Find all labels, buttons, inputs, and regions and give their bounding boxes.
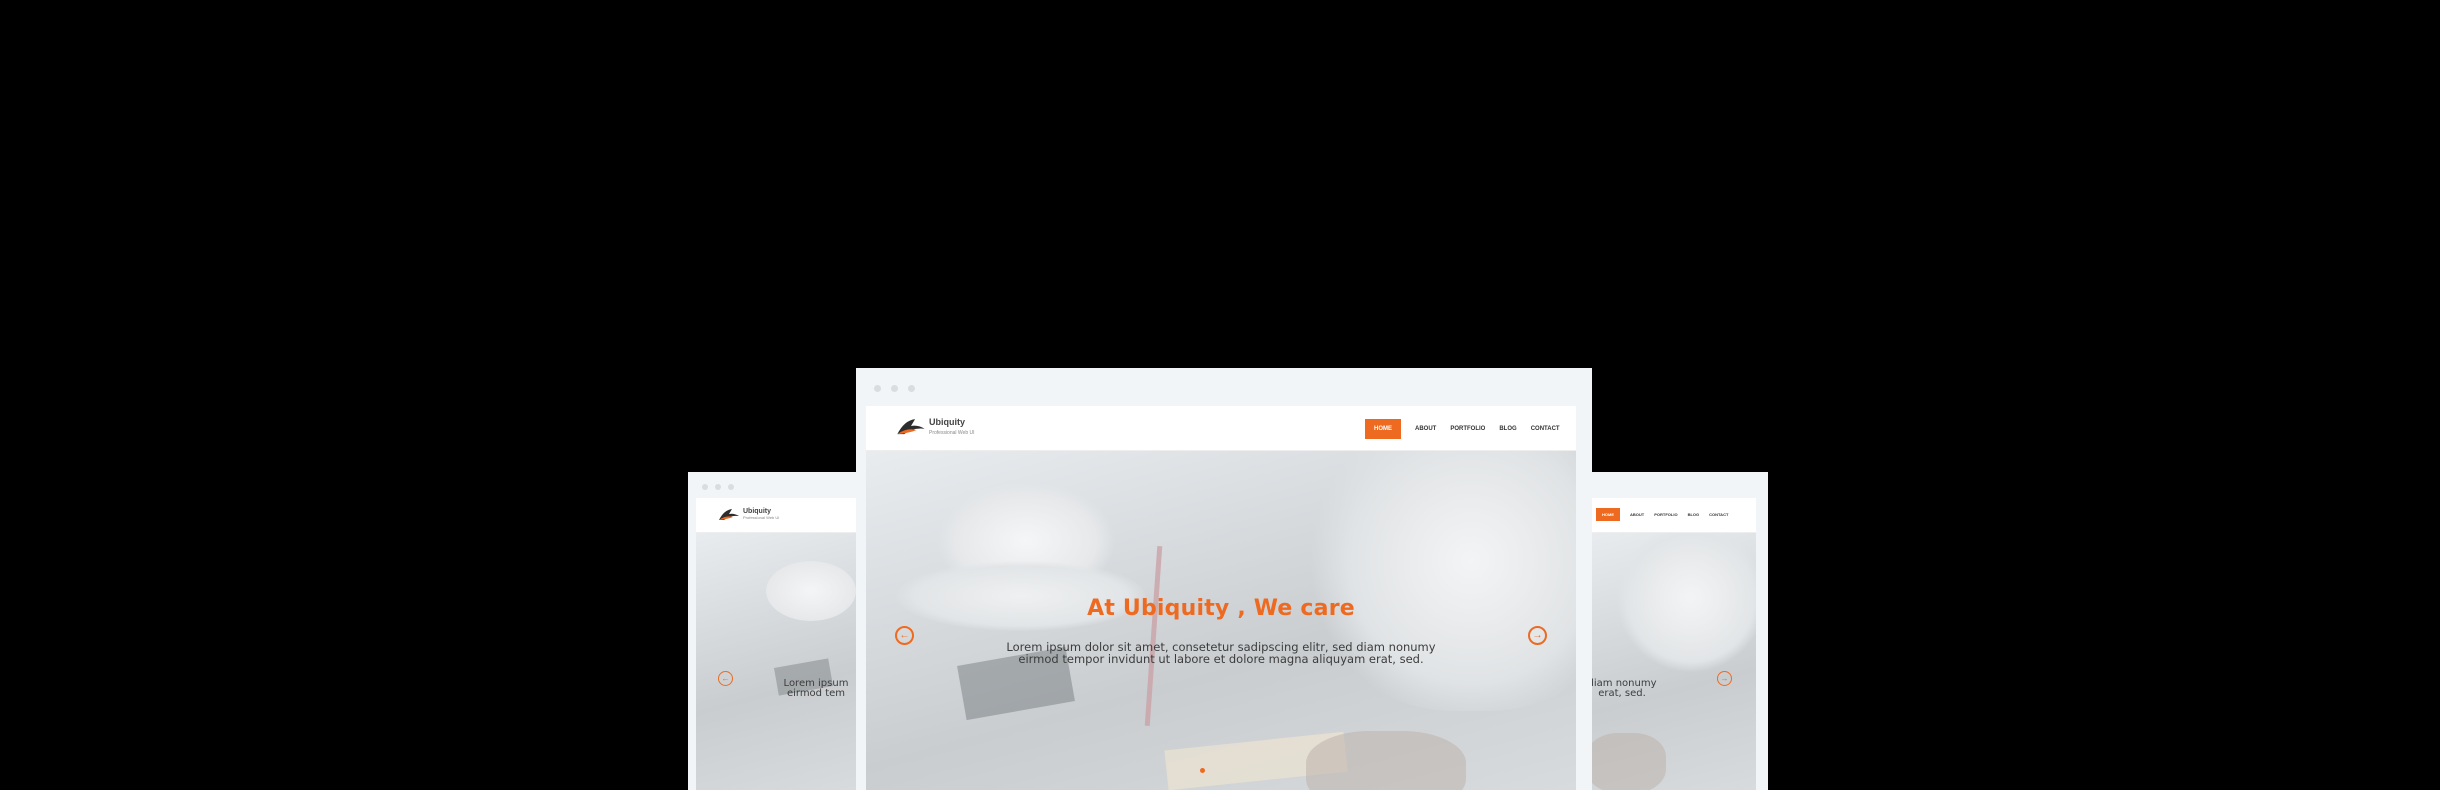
hero-lead-line2: eirmod tem (786, 688, 846, 699)
navbar: Ubiquity Professional Web UI Home About … (866, 406, 1576, 451)
hand-image (1586, 733, 1666, 790)
arrow-right-icon: → (1532, 630, 1543, 641)
window-dot (728, 484, 734, 490)
browser-window-main: Ubiquity Professional Web UI Home About … (856, 368, 1592, 790)
window-chrome (688, 472, 858, 498)
hero-lead: Lorem ipsum eirmod tem (746, 679, 858, 699)
menu-item-contact[interactable]: Contact (1709, 512, 1728, 517)
hero-slider: At Ubiquity , We care Lorem ipsum dolor … (866, 451, 1576, 790)
carousel-next-button[interactable]: → (1717, 671, 1732, 686)
window-dot (874, 385, 881, 392)
sweater-image (1616, 533, 1756, 673)
arrow-right-icon: → (1720, 674, 1729, 683)
menu-item-blog[interactable]: Blog (1499, 426, 1516, 432)
sweater-image (1306, 451, 1576, 711)
menu-item-portfolio[interactable]: Portfolio (1450, 426, 1485, 432)
hero-lead-line2: erat, sed. (1598, 688, 1646, 699)
browser-window-left: Ubiquity Professional Web UI ← Lorem ips… (688, 472, 858, 790)
coffee-cup-image (766, 561, 856, 621)
website-preview: Ubiquity Professional Web UI Home About … (866, 406, 1576, 790)
arrow-left-icon: ← (721, 674, 730, 683)
hand-image (1306, 731, 1466, 790)
menu-item-home[interactable]: Home (1596, 508, 1620, 521)
window-dot (908, 385, 915, 392)
main-menu: Home About Portfolio Blog Contact (1365, 419, 1560, 439)
brand-name: Ubiquity (743, 508, 771, 515)
carousel-indicator[interactable] (1200, 768, 1205, 773)
hero-slider: ← Lorem ipsum eirmod tem (696, 533, 858, 790)
main-menu: Home About Portfolio Blog Contact (1596, 508, 1728, 521)
hero-headline: At Ubiquity , We care (1087, 596, 1355, 621)
navbar: Ubiquity Professional Web UI (696, 498, 858, 533)
menu-item-about[interactable]: About (1630, 512, 1644, 517)
brand-name: Ubiquity (929, 416, 965, 427)
ubiquity-logo-icon (897, 419, 925, 435)
website-preview: Ubiquity Professional Web UI ← Lorem ips… (696, 498, 858, 790)
window-chrome (1586, 472, 1768, 498)
window-dot (891, 385, 898, 392)
brand[interactable]: Ubiquity Professional Web UI (718, 507, 779, 521)
menu-item-blog[interactable]: Blog (1688, 512, 1700, 517)
menu-item-portfolio[interactable]: Portfolio (1654, 512, 1677, 517)
website-preview: Home About Portfolio Blog Contact diam n… (1586, 498, 1756, 790)
navbar: Home About Portfolio Blog Contact (1586, 498, 1756, 533)
coffee-cup-image (936, 481, 1116, 601)
carousel-prev-button[interactable]: ← (895, 626, 914, 645)
arrow-left-icon: ← (899, 630, 910, 641)
window-chrome (856, 368, 1592, 404)
menu-item-contact[interactable]: Contact (1531, 426, 1560, 432)
ubiquity-logo-icon (719, 509, 739, 520)
browser-window-right: Home About Portfolio Blog Contact diam n… (1586, 472, 1768, 790)
hero-slider: diam nonumy erat, sed. → (1586, 533, 1756, 790)
carousel-prev-button[interactable]: ← (718, 671, 733, 686)
menu-item-home[interactable]: Home (1365, 419, 1401, 439)
hero-lead: Lorem ipsum dolor sit amet, consetetur s… (961, 641, 1481, 665)
window-dot (715, 484, 721, 490)
hero-lead-line2: eirmod tempor invidunt ut labore et dolo… (1018, 652, 1424, 666)
hero-lead: diam nonumy erat, sed. (1586, 679, 1662, 699)
notebook-image (1164, 731, 1348, 790)
brand-tagline: Professional Web UI (929, 429, 975, 436)
window-dot (702, 484, 708, 490)
brand[interactable]: Ubiquity Professional Web UI (896, 416, 974, 436)
menu-item-about[interactable]: About (1415, 426, 1436, 432)
pen-image (1144, 546, 1163, 726)
brand-tagline: Professional Web UI (743, 515, 780, 520)
carousel-next-button[interactable]: → (1528, 626, 1547, 645)
